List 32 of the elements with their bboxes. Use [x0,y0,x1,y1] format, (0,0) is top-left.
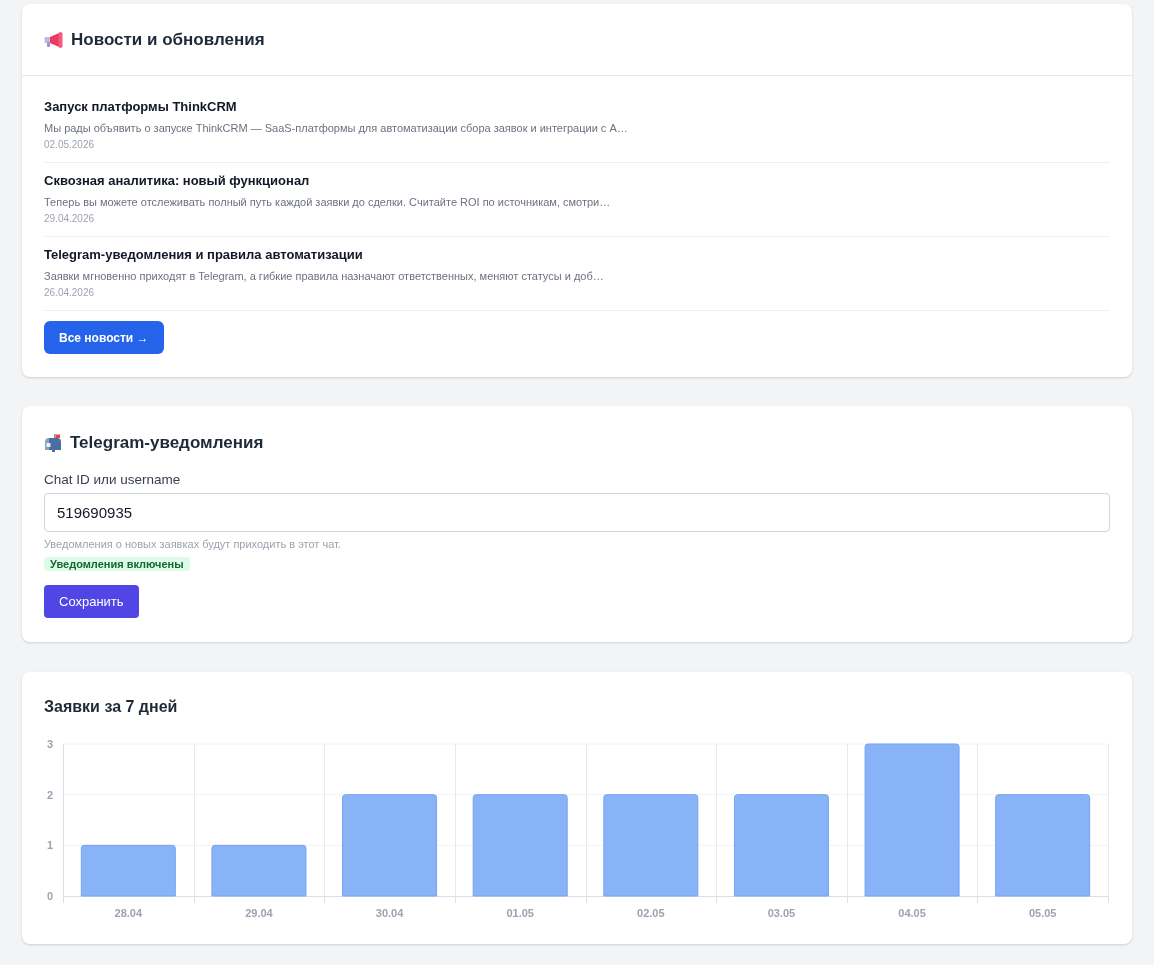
status-badge: Уведомления включены [44,557,190,571]
card-title: Заявки за 7 дней [44,697,178,717]
x-tick-label: 02.05 [637,907,665,919]
news-date: 02.05.2026 [44,138,95,152]
y-tick-label: 2 [46,788,53,801]
card-title: Telegram-уведомления [70,432,264,454]
y-tick-label: 1 [46,839,53,852]
x-tick-label: 28.04 [114,907,143,919]
news-summary: Мы рады объявить о запуске ThinkCRM — SaaS-платформы для автоматизации сбора заявок и интеграции с А… [44,121,628,136]
x-tick-label: 04.05 [898,907,926,919]
news-title: Запуск платформы ThinkCRM [44,98,237,116]
news-date: 26.04.2026 [44,286,95,300]
x-tick-label: 03.05 [767,907,796,919]
y-tick-label: 3 [46,738,53,750]
x-tick-label: 05.05 [1028,907,1057,919]
news-title: Сквозная аналитика: новый функционал [44,172,310,190]
y-tick-label: 0 [46,890,53,902]
x-tick-label: 30.04 [375,907,404,919]
save-button[interactable]: Сохранить [44,585,139,618]
news-date: 29.04.2026 [44,212,95,226]
news-summary: Теперь вы можете отслеживать полный путь каждой заявки до сделки. Считайте ROI по источникам, смотри… [44,195,611,210]
field-label: Chat ID или username [44,471,181,489]
news-title: Telegram-уведомления и правила автоматизации [44,246,363,264]
chat-id-field[interactable]: 519690935 [44,493,1110,532]
x-tick-label: 01.05 [506,907,534,919]
news-summary: Заявки мгновенно приходят в Telegram, а гибкие правила назначают ответственных, меняют статусы и доб… [44,269,604,284]
field-hint: Уведомления о новых заявках будут приходить в этот чат. [44,537,341,551]
card-title: Новости и обновления [71,28,265,51]
mailbox-icon [44,434,62,452]
megaphone-icon [44,31,63,48]
x-tick-label: 29.04 [245,907,273,919]
all-news-button[interactable]: Все новости → [44,321,164,354]
